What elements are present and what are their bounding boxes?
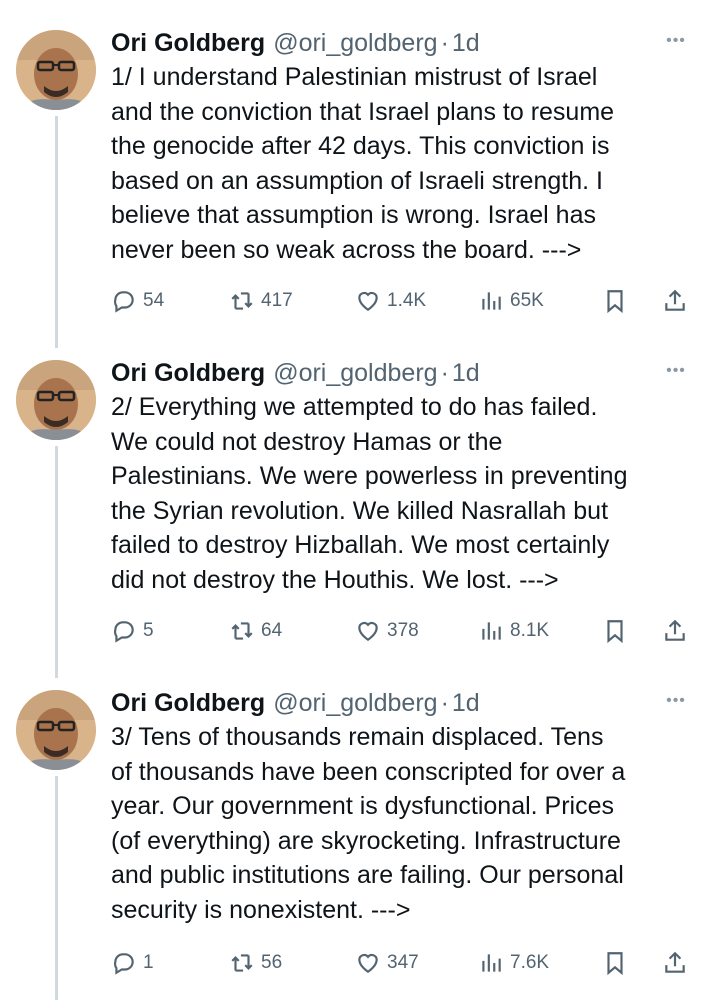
views-icon — [482, 622, 501, 640]
action-bar: 54 417 1.4K 65K — [111, 281, 691, 321]
more-icon[interactable]: ••• — [661, 26, 691, 60]
text-line: and the conviction that Israel plans to … — [111, 97, 615, 126]
view-count: 7.6K — [510, 952, 550, 973]
text-line: and public institutions are failing. Our… — [111, 861, 624, 890]
tweet-header: Ori Goldberg @ori_goldberg · 1d — [111, 26, 691, 60]
text-line: (of everything) are skyrocketing. Infras… — [111, 826, 621, 855]
like-count: 347 — [387, 952, 419, 973]
author-name[interactable]: Ori Goldberg — [111, 356, 265, 390]
reply-icon — [113, 953, 134, 975]
more-icon[interactable]: ••• — [661, 686, 691, 720]
reply-button[interactable]: 1 — [111, 943, 154, 983]
more-icon[interactable]: ••• — [661, 356, 691, 390]
repost-count: 56 — [261, 952, 283, 973]
text-line: believe that assumption is wrong. Israel… — [111, 201, 596, 230]
action-bar: 1 56 347 7.6K — [111, 943, 691, 983]
tweet[interactable]: Ori Goldberg @ori_goldberg · 1d ••• 1/ I… — [0, 26, 707, 346]
timestamp[interactable]: 1d — [452, 26, 480, 60]
tweet-text: 3/ Tens of thousands remain displaced. T… — [111, 720, 691, 928]
repost-button[interactable]: 64 — [229, 611, 282, 651]
share-icon — [665, 619, 685, 641]
like-count: 378 — [387, 620, 419, 641]
repost-icon — [231, 622, 253, 640]
reply-count: 5 — [143, 620, 154, 641]
share-icon — [665, 289, 685, 311]
text-line: based on an assumption of Israeli streng… — [111, 166, 603, 195]
text-line: We could not destroy Hamas or the — [111, 427, 503, 456]
separator-dot: · — [440, 359, 449, 387]
author-name[interactable]: Ori Goldberg — [111, 26, 265, 60]
text-line: the genocide after 42 days. This convict… — [111, 132, 610, 161]
author-handle[interactable]: @ori_goldberg — [273, 26, 437, 60]
heart-icon — [358, 953, 378, 973]
repost-count: 64 — [261, 620, 283, 641]
tweet[interactable]: Ori Goldberg @ori_goldberg · 1d ••• 3/ T… — [0, 686, 707, 1000]
tweet[interactable]: Ori Goldberg @ori_goldberg · 1d ••• 2/ E… — [0, 356, 707, 676]
text-line: never been so weak across the board. ---… — [111, 235, 582, 264]
reply-button[interactable]: 5 — [111, 611, 154, 651]
author-handle[interactable]: @ori_goldberg — [273, 686, 437, 720]
bookmark-icon — [607, 290, 623, 314]
share-button[interactable] — [662, 281, 688, 321]
text-line: Palestinians. We were powerless in preve… — [111, 462, 628, 491]
author-name[interactable]: Ori Goldberg — [111, 686, 265, 720]
text-line: did not destroy the Houthis. We lost. --… — [111, 565, 559, 594]
avatar[interactable] — [16, 360, 96, 440]
like-button[interactable]: 378 — [355, 611, 419, 651]
avatar[interactable] — [16, 30, 96, 110]
action-bar: 5 64 378 8.1K — [111, 611, 691, 651]
views-button[interactable]: 7.6K — [478, 943, 549, 983]
views-icon — [482, 292, 501, 310]
timestamp[interactable]: 1d — [452, 356, 480, 390]
separator-dot: · — [440, 689, 449, 717]
avatar[interactable] — [16, 690, 96, 770]
heart-icon — [358, 621, 378, 641]
like-count: 1.4K — [387, 290, 427, 311]
like-button[interactable]: 347 — [355, 943, 419, 983]
text-line: security is nonexistent. ---> — [111, 895, 411, 924]
repost-icon — [231, 954, 253, 972]
reply-count: 54 — [143, 290, 165, 311]
views-button[interactable]: 8.1K — [478, 611, 549, 651]
bookmark-icon — [607, 620, 623, 644]
repost-button[interactable]: 56 — [229, 943, 282, 983]
tweet-header: Ori Goldberg @ori_goldberg · 1d — [111, 356, 691, 390]
tweet-header: Ori Goldberg @ori_goldberg · 1d — [111, 686, 691, 720]
timestamp[interactable]: 1d — [452, 686, 480, 720]
text-line: 2/ Everything we attempted to do has fai… — [111, 393, 598, 421]
text-line: of thousands have been conscripted for o… — [111, 757, 626, 786]
views-button[interactable]: 65K — [478, 281, 544, 321]
view-count: 8.1K — [510, 620, 550, 641]
author-handle[interactable]: @ori_goldberg — [273, 356, 437, 390]
separator-dot: · — [440, 29, 449, 57]
repost-button[interactable]: 417 — [229, 281, 293, 321]
heart-icon — [358, 291, 378, 311]
text-line: the Syrian revolution. We killed Nasrall… — [111, 496, 609, 525]
text-line: 3/ Tens of thousands remain displaced. T… — [111, 723, 604, 751]
share-button[interactable] — [662, 611, 688, 651]
reply-button[interactable]: 54 — [111, 281, 164, 321]
bookmark-icon — [607, 952, 623, 976]
tweet-text: 2/ Everything we attempted to do has fai… — [111, 390, 691, 598]
view-count: 65K — [510, 290, 544, 311]
bookmark-button[interactable] — [602, 943, 628, 983]
bookmark-button[interactable] — [602, 281, 628, 321]
repost-count: 417 — [261, 290, 293, 311]
text-line: failed to destroy Hizballah. We most cer… — [111, 531, 610, 560]
reply-count: 1 — [143, 952, 154, 973]
text-line: 1/ I understand Palestinian mistrust of … — [111, 63, 598, 91]
share-icon — [665, 951, 685, 973]
reply-icon — [113, 291, 134, 313]
text-line: year. Our government is dysfunctional. P… — [111, 792, 615, 821]
like-button[interactable]: 1.4K — [355, 281, 426, 321]
repost-icon — [231, 292, 253, 310]
tweet-text: 1/ I understand Palestinian mistrust of … — [111, 60, 691, 268]
reply-icon — [113, 621, 134, 643]
bookmark-button[interactable] — [602, 611, 628, 651]
share-button[interactable] — [662, 943, 688, 983]
views-icon — [482, 954, 501, 972]
